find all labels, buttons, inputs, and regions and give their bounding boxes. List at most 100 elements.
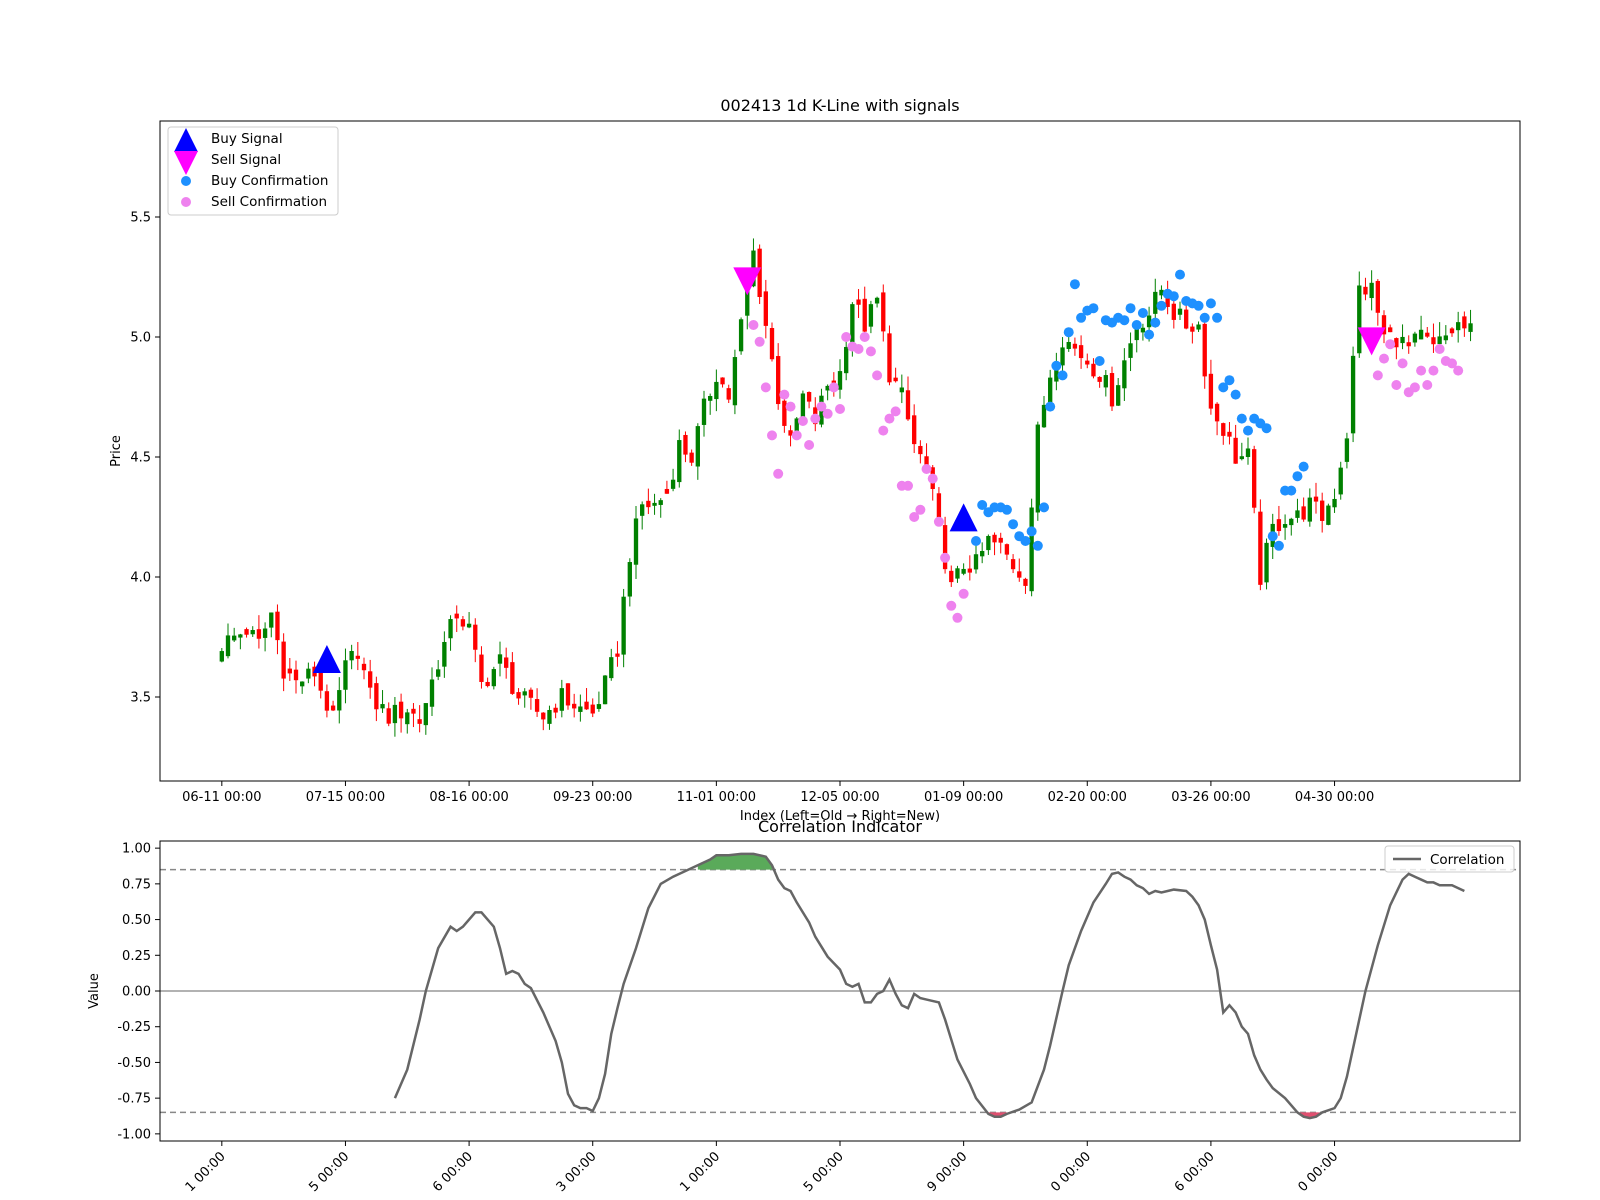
candle-body bbox=[584, 701, 589, 710]
candle-body bbox=[293, 669, 299, 681]
sell-confirmation-point bbox=[841, 332, 852, 342]
candle-body bbox=[547, 709, 552, 724]
kline-ytick-label: 5.0 bbox=[130, 331, 151, 346]
candle-body bbox=[1449, 328, 1455, 334]
buy-confirmation-point bbox=[1193, 300, 1204, 311]
buy-confirmation-point bbox=[1292, 471, 1303, 482]
candle-body bbox=[967, 568, 972, 573]
buy-confirmation-point bbox=[1224, 375, 1235, 386]
candle-body bbox=[1023, 578, 1028, 586]
candle-body bbox=[466, 623, 472, 628]
sell-confirmation-point bbox=[958, 588, 969, 599]
candle-body bbox=[683, 434, 688, 455]
candle-body bbox=[1134, 328, 1139, 341]
candle-body bbox=[504, 657, 509, 668]
buy-confirmation-point bbox=[1236, 413, 1247, 424]
candle-body bbox=[1363, 286, 1368, 295]
candle-body bbox=[708, 395, 713, 401]
candle-body bbox=[1233, 437, 1238, 464]
candle-body bbox=[1109, 373, 1115, 407]
buy-confirmation-point bbox=[1020, 536, 1031, 546]
buy-confirmation-point bbox=[1273, 540, 1284, 551]
candle-body bbox=[986, 535, 991, 551]
candle-body bbox=[368, 671, 373, 688]
candle-body bbox=[1072, 343, 1078, 349]
kline-xtick-label: 11-01 00:00 bbox=[677, 790, 756, 805]
candle-body bbox=[1048, 377, 1053, 403]
candle-body bbox=[1258, 511, 1263, 585]
kline-ylabel: Price bbox=[109, 435, 124, 467]
correlation-ytick-label: -0.25 bbox=[117, 1020, 151, 1035]
candle-body bbox=[1078, 345, 1084, 359]
correlation-legend: Correlation bbox=[1384, 845, 1515, 873]
candle-body bbox=[720, 377, 725, 385]
sell-confirmation-point bbox=[797, 416, 808, 426]
correlation-ytick-label: -0.75 bbox=[117, 1092, 151, 1107]
candle-body bbox=[559, 688, 564, 711]
candle-body bbox=[658, 500, 663, 505]
candle-body bbox=[1350, 355, 1356, 434]
buy-confirmation-point bbox=[1156, 300, 1167, 311]
candle-body bbox=[1357, 285, 1362, 354]
candle-body bbox=[905, 390, 911, 420]
buy-confirmation-point bbox=[1212, 312, 1223, 323]
candle bbox=[942, 516, 948, 574]
candle-body bbox=[565, 683, 571, 706]
candle-body bbox=[436, 669, 441, 677]
candle-body bbox=[763, 291, 768, 326]
buy-confirmation-point bbox=[1001, 504, 1012, 515]
candle-body bbox=[1468, 323, 1473, 332]
legend-label-sell-confirmation: Sell Confirmation bbox=[211, 194, 327, 210]
correlation-ytick-label: 0.75 bbox=[122, 877, 151, 892]
correlation-legend-label: Correlation bbox=[1430, 852, 1504, 868]
kline-title: 002413 1d K-Line with signals bbox=[720, 96, 959, 115]
sell-confirmation-point bbox=[921, 464, 932, 474]
candle-body bbox=[485, 681, 490, 687]
candle-body bbox=[596, 704, 602, 709]
correlation-ytick-label: -1.00 bbox=[117, 1127, 151, 1142]
candle-body bbox=[1029, 507, 1034, 592]
candle-body bbox=[1443, 335, 1448, 341]
candle-body bbox=[640, 504, 645, 516]
buy-confirmation-point bbox=[1088, 303, 1099, 314]
candle-body bbox=[1208, 373, 1214, 409]
buy-confirmation-point bbox=[1298, 461, 1309, 472]
candle-body bbox=[1276, 519, 1282, 532]
candle-body bbox=[380, 704, 385, 709]
buy-confirmation-point bbox=[1045, 401, 1056, 412]
candle-body bbox=[473, 624, 478, 650]
buy-confirmation-point bbox=[1026, 526, 1037, 537]
candle-body bbox=[541, 712, 546, 720]
candle-body bbox=[881, 292, 886, 332]
buy-confirmation-point bbox=[1168, 291, 1179, 302]
candle-body bbox=[392, 704, 398, 724]
candle-body bbox=[615, 653, 620, 657]
candle-body bbox=[1171, 303, 1176, 320]
candle-body bbox=[949, 570, 954, 583]
sell-confirmation-point bbox=[828, 382, 839, 393]
candle-body bbox=[269, 612, 274, 628]
candle-body bbox=[1239, 456, 1244, 460]
candle-body bbox=[491, 669, 496, 687]
kline-xtick-label: 01-09 00:00 bbox=[924, 790, 1003, 805]
candle-body bbox=[454, 613, 459, 619]
correlation-ytick-label: 0.25 bbox=[122, 949, 151, 964]
candle-body bbox=[423, 703, 428, 726]
sell-confirmation-point bbox=[1397, 358, 1408, 369]
candle-body bbox=[1091, 363, 1096, 377]
buy-confirmation-point bbox=[1230, 389, 1241, 400]
candle-body bbox=[343, 660, 348, 690]
buy-confirmation-point bbox=[1057, 370, 1068, 381]
candle-body bbox=[1060, 347, 1065, 366]
candle-body bbox=[1282, 524, 1288, 528]
candle-body bbox=[219, 651, 224, 662]
sell-confirmation-point bbox=[804, 440, 815, 450]
correlation-title: Correlation Indicator bbox=[758, 817, 922, 836]
sell-confirmation-point bbox=[946, 600, 957, 611]
kline-xtick-label: 09-23 00:00 bbox=[553, 790, 632, 805]
candle-body bbox=[602, 675, 608, 705]
candle-body bbox=[862, 298, 867, 332]
candle-body bbox=[398, 701, 404, 719]
candle-body bbox=[1406, 342, 1411, 347]
candle-body bbox=[287, 668, 292, 674]
